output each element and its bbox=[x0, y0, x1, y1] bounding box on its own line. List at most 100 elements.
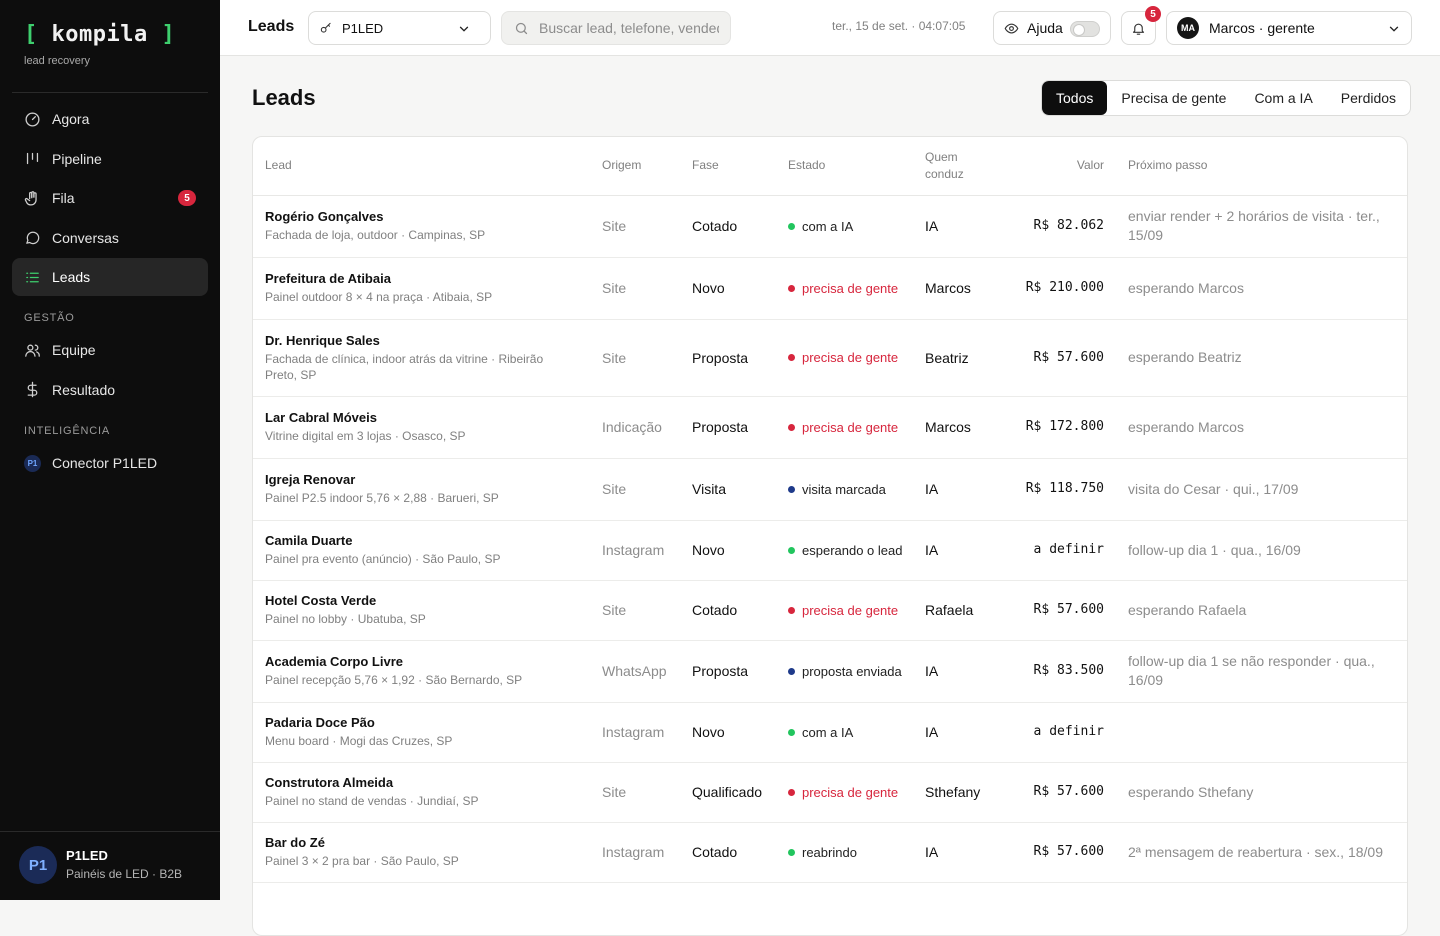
queue-count-badge: 5 bbox=[178, 190, 196, 207]
lead-name[interactable]: Construtora Almeida bbox=[265, 775, 578, 790]
status-badge: precisa de gente bbox=[788, 281, 901, 296]
sidebar-item-conector[interactable]: P1 Conector P1LED bbox=[12, 444, 208, 482]
sidebar-item-pipeline[interactable]: Pipeline bbox=[12, 140, 208, 178]
sidebar-item-leads[interactable]: Leads bbox=[12, 258, 208, 297]
lead-next-step: visita do Cesar · qui., 17/09 bbox=[1116, 458, 1407, 521]
lead-description: Painel 3 × 2 pra bar · São Paulo, SP bbox=[265, 854, 459, 868]
lead-value: R$ 83.500 bbox=[1033, 663, 1104, 678]
help-toggle[interactable]: Ajuda bbox=[993, 11, 1111, 45]
table-row[interactable]: Padaria Doce Pão Menu board · Mogi das Cr… bbox=[253, 702, 1407, 763]
tab-perdidos[interactable]: Perdidos bbox=[1327, 81, 1410, 115]
table-row[interactable]: Hotel Costa Verde Painel no lobby · Ubatu… bbox=[253, 580, 1407, 641]
lead-description: Painel pra evento (anúncio) · São Paulo,… bbox=[265, 552, 501, 566]
tenant-select[interactable]: P1LED bbox=[308, 11, 491, 45]
status-label: precisa de gente bbox=[802, 350, 899, 365]
column-header-quem-conduz[interactable]: Quem conduz bbox=[913, 137, 1005, 196]
lead-next-step: esperando Beatriz bbox=[1116, 319, 1407, 397]
lead-next-step: esperando Marcos bbox=[1116, 396, 1407, 459]
tab-precisa-de-gente[interactable]: Precisa de gente bbox=[1107, 81, 1240, 115]
status-dot-icon bbox=[788, 848, 795, 856]
lead-phase: Visita bbox=[680, 458, 776, 521]
lead-value-cell: R$ 57.600 bbox=[1005, 319, 1116, 397]
lead-name[interactable]: Hotel Costa Verde bbox=[265, 593, 578, 608]
chat-bubble-icon bbox=[26, 231, 40, 245]
notifications-button[interactable]: 5 bbox=[1121, 6, 1161, 45]
sidebar-item-label: Resultado bbox=[52, 381, 116, 398]
topbar: Leads P1LED ter., 15 de set. · 04:07:05 … bbox=[220, 0, 1440, 56]
sidebar-item-equipe[interactable]: Equipe bbox=[12, 331, 208, 369]
chevron-down-icon bbox=[459, 26, 469, 32]
lead-value: R$ 57.600 bbox=[1033, 602, 1104, 617]
sidebar-item-resultado[interactable]: Resultado bbox=[12, 371, 208, 409]
lead-name[interactable]: Igreja Renovar bbox=[265, 472, 578, 487]
lead-name[interactable]: Prefeitura de Atibaia bbox=[265, 271, 578, 286]
table-row[interactable]: Camila Duarte Painel pra evento (anúncio)… bbox=[253, 520, 1407, 581]
sidebar-item-label: Pipeline bbox=[52, 150, 102, 167]
lead-name[interactable]: Rogério Gonçalves bbox=[265, 209, 578, 224]
lead-state-cell: esperando o lead bbox=[776, 520, 913, 581]
lead-cell: Padaria Doce Pão Menu board · Mogi das Cr… bbox=[253, 702, 590, 763]
user-menu[interactable]: MA Marcos · gerente bbox=[1166, 11, 1412, 45]
lead-name[interactable]: Camila Duarte bbox=[265, 533, 578, 548]
lead-cell: Hotel Costa Verde Painel no lobby · Ubatu… bbox=[253, 580, 590, 641]
table-row[interactable]: Bar do Zé Painel 3 × 2 pra bar · São Paul… bbox=[253, 822, 1407, 883]
tab-todos[interactable]: Todos bbox=[1042, 81, 1108, 115]
sidebar: [ kompila ] lead recovery Agora Pipeline… bbox=[0, 0, 220, 900]
status-badge: proposta enviada bbox=[788, 664, 902, 679]
column-header-valor[interactable]: Valor bbox=[1005, 137, 1116, 196]
sidebar-item-label: Conversas bbox=[52, 229, 119, 246]
help-switch[interactable] bbox=[1070, 21, 1100, 37]
lead-cell: Academia Corpo Livre Painel recepção 5,76… bbox=[253, 640, 590, 703]
column-header-fase[interactable]: Fase bbox=[680, 137, 776, 196]
lead-name[interactable]: Padaria Doce Pão bbox=[265, 715, 578, 730]
search-box[interactable] bbox=[501, 11, 731, 45]
table-row[interactable]: Igreja Renovar Painel P2.5 indoor 5,76 × … bbox=[253, 458, 1407, 521]
sidebar-item-label: Fila bbox=[52, 190, 75, 207]
column-header-origem[interactable]: Origem bbox=[590, 137, 680, 196]
current-datetime: ter., 15 de set. · 04:07:05 bbox=[832, 19, 966, 33]
lead-name[interactable]: Lar Cabral Móveis bbox=[265, 410, 578, 425]
sidebar-item-agora[interactable]: Agora bbox=[12, 100, 208, 138]
lead-description: Painel no lobby · Ubatuba, SP bbox=[265, 612, 426, 626]
table-row[interactable]: Dr. Henrique Sales Fachada de clínica, in… bbox=[253, 319, 1407, 397]
lead-phase: Qualificado bbox=[680, 762, 776, 823]
lead-value-cell: R$ 57.600 bbox=[1005, 580, 1116, 641]
table-row[interactable]: Lar Cabral Móveis Vitrine digital em 3 lo… bbox=[253, 396, 1407, 459]
table-row[interactable] bbox=[253, 882, 1407, 935]
column-header-estado[interactable]: Estado bbox=[776, 137, 913, 196]
lead-cell: Bar do Zé Painel 3 × 2 pra bar · São Paul… bbox=[253, 822, 590, 883]
lead-value: R$ 57.600 bbox=[1033, 784, 1104, 799]
org-switcher[interactable]: P1 P1LED Painéis de LED · B2B bbox=[0, 831, 220, 900]
table-row[interactable]: Construtora Almeida Painel no stand de ve… bbox=[253, 762, 1407, 823]
lead-name[interactable]: Dr. Henrique Sales bbox=[265, 333, 578, 348]
lead-name[interactable]: Academia Corpo Livre bbox=[265, 654, 578, 669]
lead-next-step: esperando Sthefany bbox=[1116, 762, 1407, 823]
status-dot-icon bbox=[788, 546, 795, 554]
lead-state-cell: visita marcada bbox=[776, 458, 913, 521]
lead-origin: Instagram bbox=[590, 822, 680, 883]
search-input[interactable] bbox=[539, 20, 719, 36]
status-badge: precisa de gente bbox=[788, 603, 901, 618]
status-label: precisa de gente bbox=[802, 784, 899, 800]
lead-cell: Prefeitura de Atibaia Painel outdoor 8 × … bbox=[253, 257, 590, 320]
brand[interactable]: [ kompila ] lead recovery bbox=[24, 22, 175, 67]
column-header-proximo-passo[interactable]: Próximo passo bbox=[1116, 137, 1407, 196]
lead-name[interactable]: Bar do Zé bbox=[265, 835, 578, 850]
lead-state-cell: proposta enviada bbox=[776, 640, 913, 703]
sidebar-item-conversas[interactable]: Conversas bbox=[12, 219, 208, 257]
table-row[interactable]: Prefeitura de Atibaia Painel outdoor 8 × … bbox=[253, 257, 1407, 320]
lead-origin: Site bbox=[590, 762, 680, 823]
lead-origin: Site bbox=[590, 580, 680, 641]
status-dot-icon bbox=[788, 423, 795, 431]
column-header-lead[interactable]: Lead bbox=[253, 137, 590, 196]
table-row[interactable]: Academia Corpo Livre Painel recepção 5,76… bbox=[253, 640, 1407, 703]
lead-origin: Site bbox=[590, 458, 680, 521]
lead-phase: Cotado bbox=[680, 195, 776, 258]
lead-owner: Sthefany bbox=[913, 762, 1005, 823]
lead-value: R$ 82.062 bbox=[1033, 218, 1104, 233]
table-row[interactable]: Rogério Gonçalves Fachada de loja, outdoo… bbox=[253, 195, 1407, 258]
lead-next-step: esperando Marcos bbox=[1116, 257, 1407, 320]
sidebar-item-fila[interactable]: Fila 5 bbox=[12, 179, 208, 217]
lead-phase: Proposta bbox=[680, 396, 776, 459]
tab-com-a-ia[interactable]: Com a IA bbox=[1240, 81, 1326, 115]
